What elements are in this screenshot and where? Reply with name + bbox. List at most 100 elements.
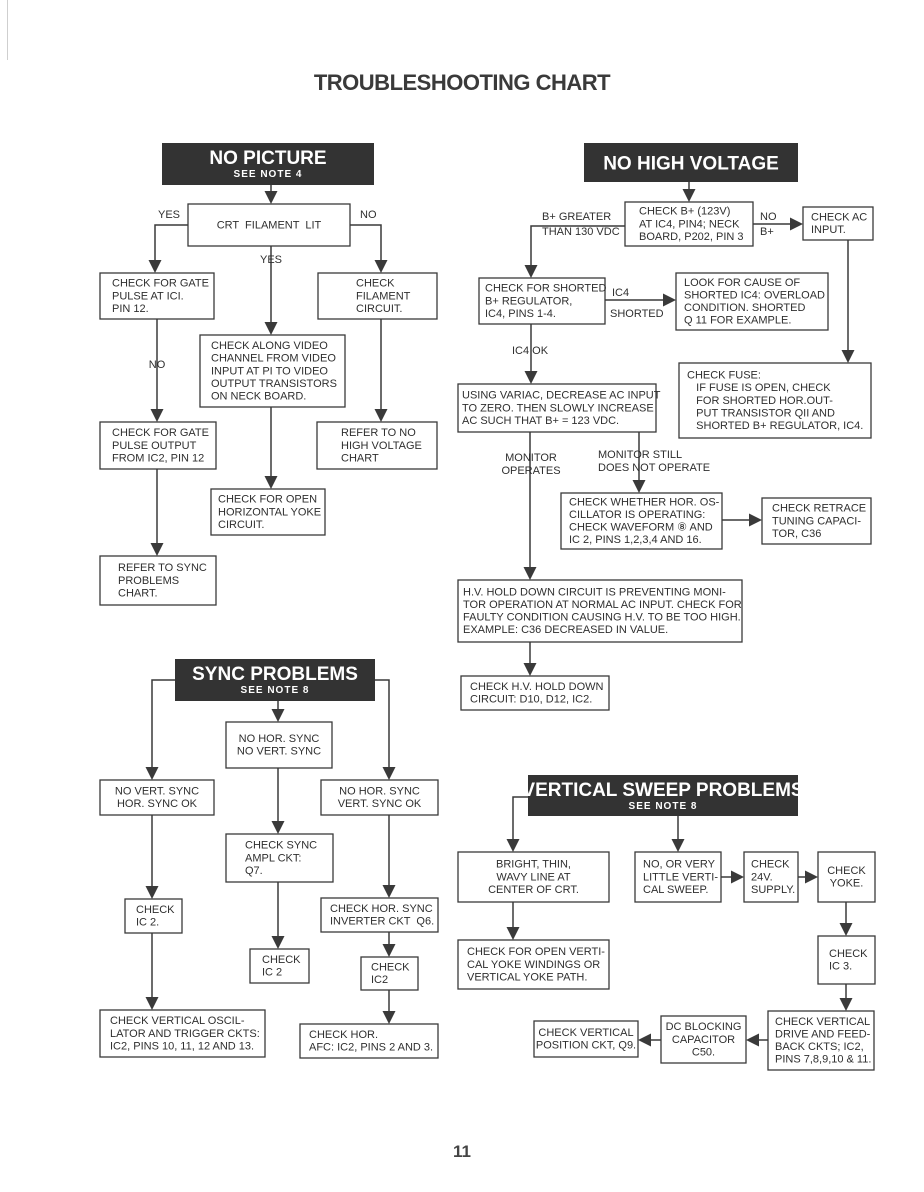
vert-position-box: CHECK VERTICALPOSITION CKT, Q9. (533, 1020, 639, 1058)
video-channel-box-line: CHECK ALONG VIDEO (211, 340, 328, 352)
arrowhead (524, 265, 538, 278)
no-high-voltage-header: NO HIGH VOLTAGE (584, 143, 798, 182)
check-yoke-box-line: YOKE. (830, 878, 864, 890)
arrowhead (150, 543, 164, 556)
refer-no-hv-box-line: HIGH VOLTAGE (341, 440, 422, 452)
video-channel-box-line: CHANNEL FROM VIDEO (211, 353, 336, 365)
gate-pulse-ic2-box-line: CHECK FOR GATE (112, 427, 209, 439)
vertical-sweep-header-note: SEE NOTE 8 (629, 801, 698, 812)
np-video-to-yoke (264, 407, 278, 489)
check-ac-input-box: CHECK ACINPUT. (802, 206, 874, 241)
hv-hold-down-box-line: H.V. HOLD DOWN CIRCUIT IS PREVENTING MON… (463, 586, 726, 598)
vs-sweep-to-24v (721, 870, 744, 884)
variac-box-line: TO ZERO. THEN SLOWLY INCREASE (462, 402, 654, 414)
video-channel-box-line: OUTPUT TRANSISTORS (211, 378, 337, 390)
arrowhead (150, 409, 164, 422)
sy-hdr-center (271, 701, 285, 722)
arrowhead (790, 217, 803, 231)
check-fuse-box-line: SHORTED B+ REGULATOR, IC4. (687, 420, 863, 432)
drive-feedback-box-line: PINS 7,8,9,10 & 11. (775, 1054, 871, 1066)
check-ic2-left-box-line: IC 2. (136, 917, 159, 929)
vert-oscillator-box: CHECK VERTICAL OSCIL-LATOR AND TRIGGER C… (99, 1009, 266, 1058)
refer-sync-box: REFER TO SYNCPROBLEMSCHART. (99, 555, 217, 606)
check-fuse-box: CHECK FUSE: IF FUSE IS OPEN, CHECK FOR S… (678, 362, 872, 439)
hor-oscillator-box-line: CHECK WAVEFORM ⑧ AND (569, 522, 713, 534)
hor-sync-inverter-box: CHECK HOR. SYNCINVERTER CKT Q6. (320, 897, 439, 933)
arrowhead (682, 189, 696, 202)
check-24v-box-line: CHECK (751, 859, 790, 871)
no-hor-vert-ok-box-line: VERT. SYNC OK (338, 798, 422, 810)
little-sweep-box-line: CAL SWEEP. (643, 884, 708, 896)
sy-ic2-to-afc (382, 990, 396, 1024)
check-ic2-right-box: CHECKIC2 (360, 956, 419, 991)
cause-shorted-ic4-box: LOOK FOR CAUSE OFSHORTED IC4: OVERLOADCO… (675, 272, 829, 331)
check-ic2-left-box-line: CHECK (136, 904, 175, 916)
variac-box-line: AC SUCH THAT B+ = 123 VDC. (462, 415, 619, 427)
vert-position-box-line: CHECK VERTICAL (538, 1027, 633, 1039)
cause-shorted-ic4-box-line: Q 11 FOR EXAMPLE. (684, 315, 791, 327)
check-hv-circuit-box-line: CHECK H.V. HOLD DOWN (470, 681, 604, 693)
sy-ic2-to-vertosc (145, 933, 159, 1010)
check-24v-box-line: SUPPLY. (751, 884, 795, 896)
refer-sync-box-line: CHART. (118, 587, 158, 599)
sy-inverter-to-ic2 (382, 932, 396, 957)
bright-line-box-line: CENTER OF CRT. (488, 884, 579, 896)
sync-problems-header-title: SYNC PROBLEMS (192, 664, 358, 685)
retrace-cap-box: CHECK RETRACETUNING CAPACI-TOR, C36 (761, 497, 872, 545)
filament-circuit-box-line: CIRCUIT. (356, 303, 402, 315)
arrowhead (839, 923, 853, 936)
gate-pulse-ic1-box: CHECK FOR GATEPULSE AT ICI.PIN 12. (99, 272, 215, 320)
vs-drive-to-dc (746, 1033, 768, 1047)
no-hor-no-vert-box-line: NO VERT. SYNC (237, 746, 321, 758)
vert-position-box-line: POSITION CKT, Q9. (536, 1040, 636, 1052)
troubleshooting-flowchart: NO PICTURESEE NOTE 4 NO HIGH VOLTAGE SYNC … (99, 143, 876, 1071)
arrowhead (271, 821, 285, 834)
np-crt-yes-left (148, 224, 188, 273)
arrowhead (382, 944, 396, 957)
np-filament-to-refer (374, 319, 388, 422)
hv-hold-down-box-line: TOR OPERATION AT NORMAL AC INPUT. CHECK … (463, 599, 742, 611)
gate-pulse-ic1-box-line: PULSE AT ICI. (112, 290, 184, 302)
sy-hdr-left (145, 679, 175, 780)
sync-ampl-box: CHECK SYNCAMPL CKT:Q7. (225, 833, 334, 883)
sy-right-to-inverter (382, 815, 396, 898)
open-hor-yoke-box-line: CIRCUIT. (218, 519, 264, 531)
check-fuse-box-line: PUT TRANSISTOR QII AND (687, 407, 835, 419)
variac-box: USING VARIAC, DECREASE AC INPUTTO ZERO. … (457, 383, 661, 433)
label-bplus-greater-1: B+ GREATER (542, 211, 611, 223)
hor-oscillator-box-line: CHECK WHETHER HOR. OS- (569, 496, 720, 508)
sy-center-to-ampl (271, 768, 285, 834)
cause-shorted-ic4-box-line: LOOK FOR CAUSE OF (684, 277, 800, 289)
sy-ampl-to-ic2 (271, 882, 285, 949)
label-ic4-shorted-2: SHORTED (610, 308, 664, 320)
retrace-cap-box-line: CHECK RETRACE (772, 503, 866, 515)
np-gate2-to-sync (150, 469, 164, 556)
gate-pulse-ic1-box-line: PIN 12. (112, 303, 149, 315)
label-no-bplus-2: B+ (760, 226, 774, 238)
label-no-right: NO (360, 209, 377, 221)
check-yoke-box-line: CHECK (827, 865, 866, 877)
check-ic2-right-box-line: CHECK (371, 962, 410, 974)
check-ic3-box-line: IC 3. (829, 961, 852, 973)
check-ic2-left-box: CHECKIC 2. (124, 898, 183, 934)
sync-problems-header: SYNC PROBLEMSSEE NOTE 8 (175, 659, 375, 701)
refer-sync-box-line: PROBLEMS (118, 575, 179, 587)
dc-blocking-box-line: DC BLOCKING (666, 1021, 742, 1033)
arrowhead (271, 709, 285, 722)
check-ic2-right-box-line: IC2 (371, 974, 388, 986)
no-hor-no-vert-box: NO HOR. SYNCNO VERT. SYNC (225, 721, 333, 769)
arrowhead (524, 371, 538, 384)
open-hor-yoke-box: CHECK FOR OPENHORIZONTAL YOKECIRCUIT. (210, 488, 326, 536)
no-picture-header: NO PICTURESEE NOTE 4 (162, 143, 374, 185)
hv-osc-to-retrace (722, 513, 762, 527)
gate-pulse-ic2-box-line: PULSE OUTPUT (112, 440, 197, 452)
video-channel-box-line: INPUT AT PI TO VIDEO (211, 365, 328, 377)
label-yes-left: YES (158, 209, 180, 221)
refer-no-hv-box: REFER TO NOHIGH VOLTAGECHART (316, 421, 438, 470)
gate-pulse-ic2-box: CHECK FOR GATEPULSE OUTPUTFROM IC2, PIN … (99, 421, 217, 470)
vs-dc-to-position (638, 1033, 661, 1047)
no-picture-header-note: SEE NOTE 4 (234, 169, 303, 180)
check-fuse-box-line: IF FUSE IS OPEN, CHECK (687, 382, 831, 394)
check-ic3-box: CHECKIC 3. (817, 935, 876, 985)
sync-ampl-box-line: AMPL CKT: (245, 852, 301, 864)
